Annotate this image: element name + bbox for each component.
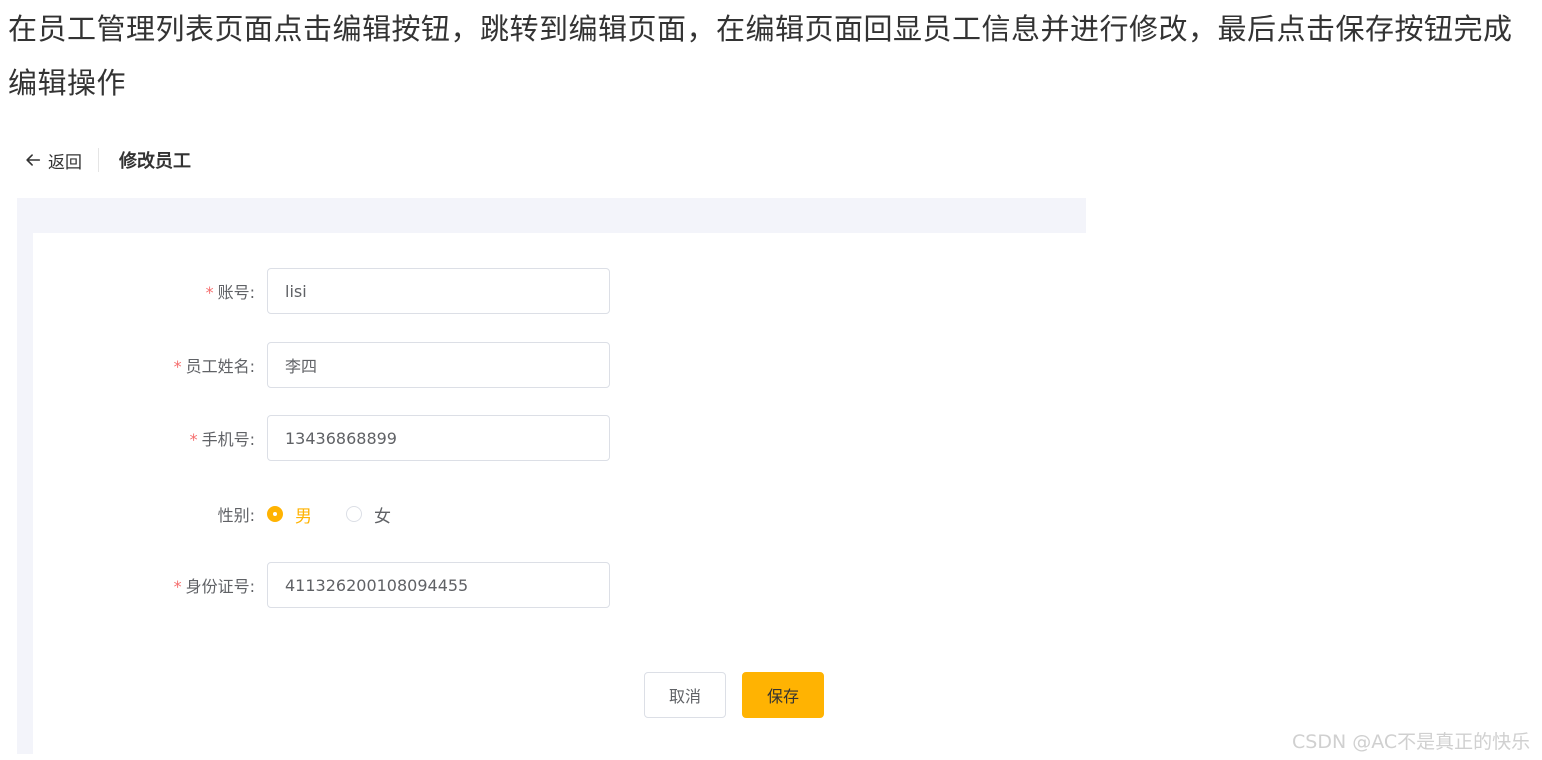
radio-unchecked-icon — [346, 506, 362, 522]
instruction-text: 在员工管理列表页面点击编辑按钮，跳转到编辑页面，在编辑页面回显员工信息并进行修改… — [8, 12, 1513, 100]
gender-radio-male[interactable]: 男 — [267, 502, 312, 527]
save-button[interactable]: 保存 — [742, 672, 824, 718]
name-label: * 员工姓名: — [173, 357, 255, 376]
gender-label: 性别: — [217, 506, 255, 525]
watermark: CSDN @AC不是真正的快乐 — [1292, 731, 1531, 753]
account-label: * 账号: — [205, 283, 255, 302]
required-mark: * — [189, 430, 198, 449]
id-number-input[interactable] — [267, 562, 610, 608]
phone-label: * 手机号: — [189, 430, 255, 449]
account-input[interactable] — [267, 268, 610, 314]
gender-radio-female[interactable]: 女 — [346, 502, 391, 527]
name-input[interactable] — [267, 342, 610, 388]
form-row-id-number: * 身份证号: — [33, 562, 610, 608]
cancel-button[interactable]: 取消 — [644, 672, 726, 718]
gender-radio-group: 男 女 — [267, 502, 425, 527]
id-number-label: * 身份证号: — [173, 577, 255, 596]
gender-male-label: 男 — [295, 506, 312, 527]
form-row-account: * 账号: — [33, 268, 610, 314]
form-row-name: * 员工姓名: — [33, 342, 610, 388]
required-mark: * — [173, 357, 182, 376]
form-row-gender: 性别: 男 女 — [33, 491, 425, 537]
page-title: 修改员工 — [119, 151, 191, 172]
arrow-left-icon — [26, 154, 41, 166]
page-header: 返回 修改员工 — [18, 142, 191, 178]
required-mark: * — [173, 577, 182, 596]
radio-checked-icon — [267, 506, 283, 522]
required-mark: * — [205, 283, 214, 302]
back-label: 返回 — [48, 152, 82, 173]
header-divider — [98, 148, 99, 172]
back-button[interactable]: 返回 — [18, 148, 82, 173]
form-row-phone: * 手机号: — [33, 415, 610, 461]
phone-input[interactable] — [267, 415, 610, 461]
gender-female-label: 女 — [374, 506, 391, 527]
